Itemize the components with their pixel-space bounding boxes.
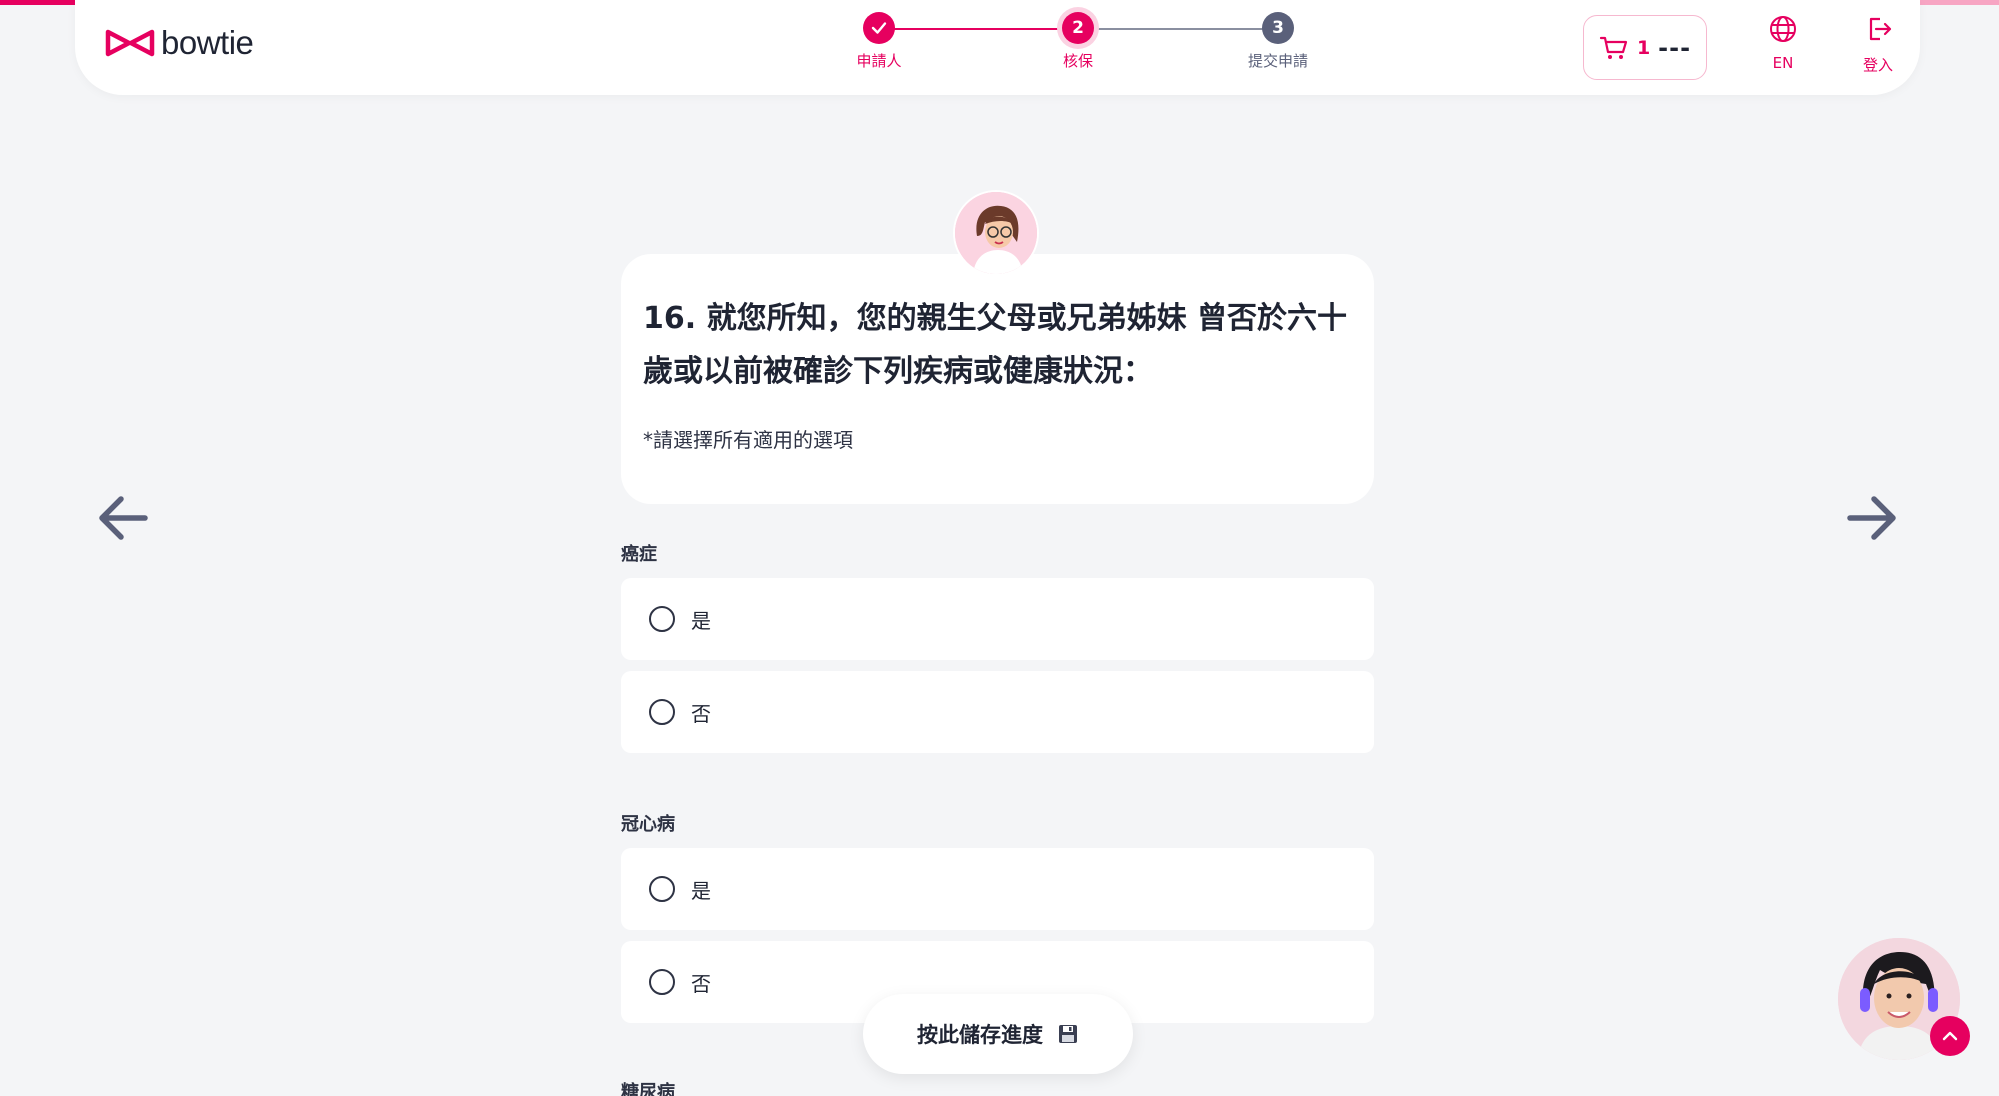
- bowtie-logo[interactable]: bowtie: [105, 24, 254, 62]
- globe-icon: [1770, 16, 1796, 42]
- application-stepper: 申請人 2 核保 3 提交申請: [775, 10, 1335, 80]
- section-label-diabetes: 糖尿病: [621, 1082, 675, 1096]
- option-label: 是: [691, 878, 711, 903]
- logo-text: bowtie: [161, 24, 254, 61]
- option-coronary-yes[interactable]: 是: [621, 848, 1374, 930]
- option-label: 是: [691, 608, 711, 633]
- cart-icon: [1599, 36, 1628, 59]
- cart-count: 1: [1636, 36, 1651, 59]
- check-icon: [863, 12, 895, 44]
- cart-button[interactable]: 1 ---: [1583, 15, 1707, 80]
- logout-icon: [1869, 17, 1892, 41]
- step-label: 申請人: [856, 52, 902, 70]
- save-progress-button[interactable]: 按此儲存進度: [863, 994, 1133, 1074]
- chevron-up-icon: [1942, 1031, 1958, 1041]
- question-card: 16. 就您所知，您的親生父母或兄弟姊妹 曾否於六十歲或以前被確診下列疾病或健康…: [621, 254, 1374, 504]
- option-label: 否: [691, 701, 711, 726]
- option-label: 否: [691, 971, 711, 996]
- radio-button[interactable]: [649, 699, 675, 725]
- advisor-avatar: [953, 190, 1039, 276]
- step-underwriting: 2 核保: [1018, 10, 1138, 71]
- previous-question-button[interactable]: [93, 488, 153, 548]
- step-applicant: 申請人: [819, 10, 939, 71]
- language-switch-button[interactable]: EN: [1748, 14, 1818, 72]
- question-hint: *請選擇所有適用的選項: [643, 428, 853, 452]
- save-progress-label: 按此儲存進度: [917, 1023, 1043, 1047]
- step-submit: 3 提交申請: [1218, 10, 1338, 71]
- cart-total: ---: [1658, 33, 1692, 62]
- option-cancer-no[interactable]: 否: [621, 671, 1374, 753]
- language-label: EN: [1772, 54, 1794, 72]
- radio-button[interactable]: [649, 606, 675, 632]
- login-button[interactable]: 登入: [1843, 14, 1913, 75]
- option-cancer-yes[interactable]: 是: [621, 578, 1374, 660]
- step-label: 核保: [1062, 52, 1093, 70]
- floppy-disk-icon: [1059, 1025, 1077, 1043]
- question-title: 16. 就您所知，您的親生父母或兄弟姊妹 曾否於六十歲或以前被確診下列疾病或健康…: [643, 301, 1348, 389]
- step-label: 提交申請: [1247, 52, 1308, 70]
- top-header: bowtie 申請人 2 核保 3 提交申請 1 --- EN 登入: [75, 0, 1920, 95]
- radio-button[interactable]: [649, 969, 675, 995]
- scroll-to-top-button[interactable]: [1930, 1016, 1970, 1056]
- section-label-cancer: 癌症: [621, 544, 657, 565]
- step-number: 2: [1062, 12, 1094, 44]
- step-number: 3: [1262, 12, 1294, 44]
- login-label: 登入: [1862, 56, 1893, 74]
- bowtie-logo-icon: [105, 29, 155, 57]
- section-label-coronary: 冠心病: [621, 814, 675, 835]
- radio-button[interactable]: [649, 876, 675, 902]
- next-question-button[interactable]: [1842, 488, 1902, 548]
